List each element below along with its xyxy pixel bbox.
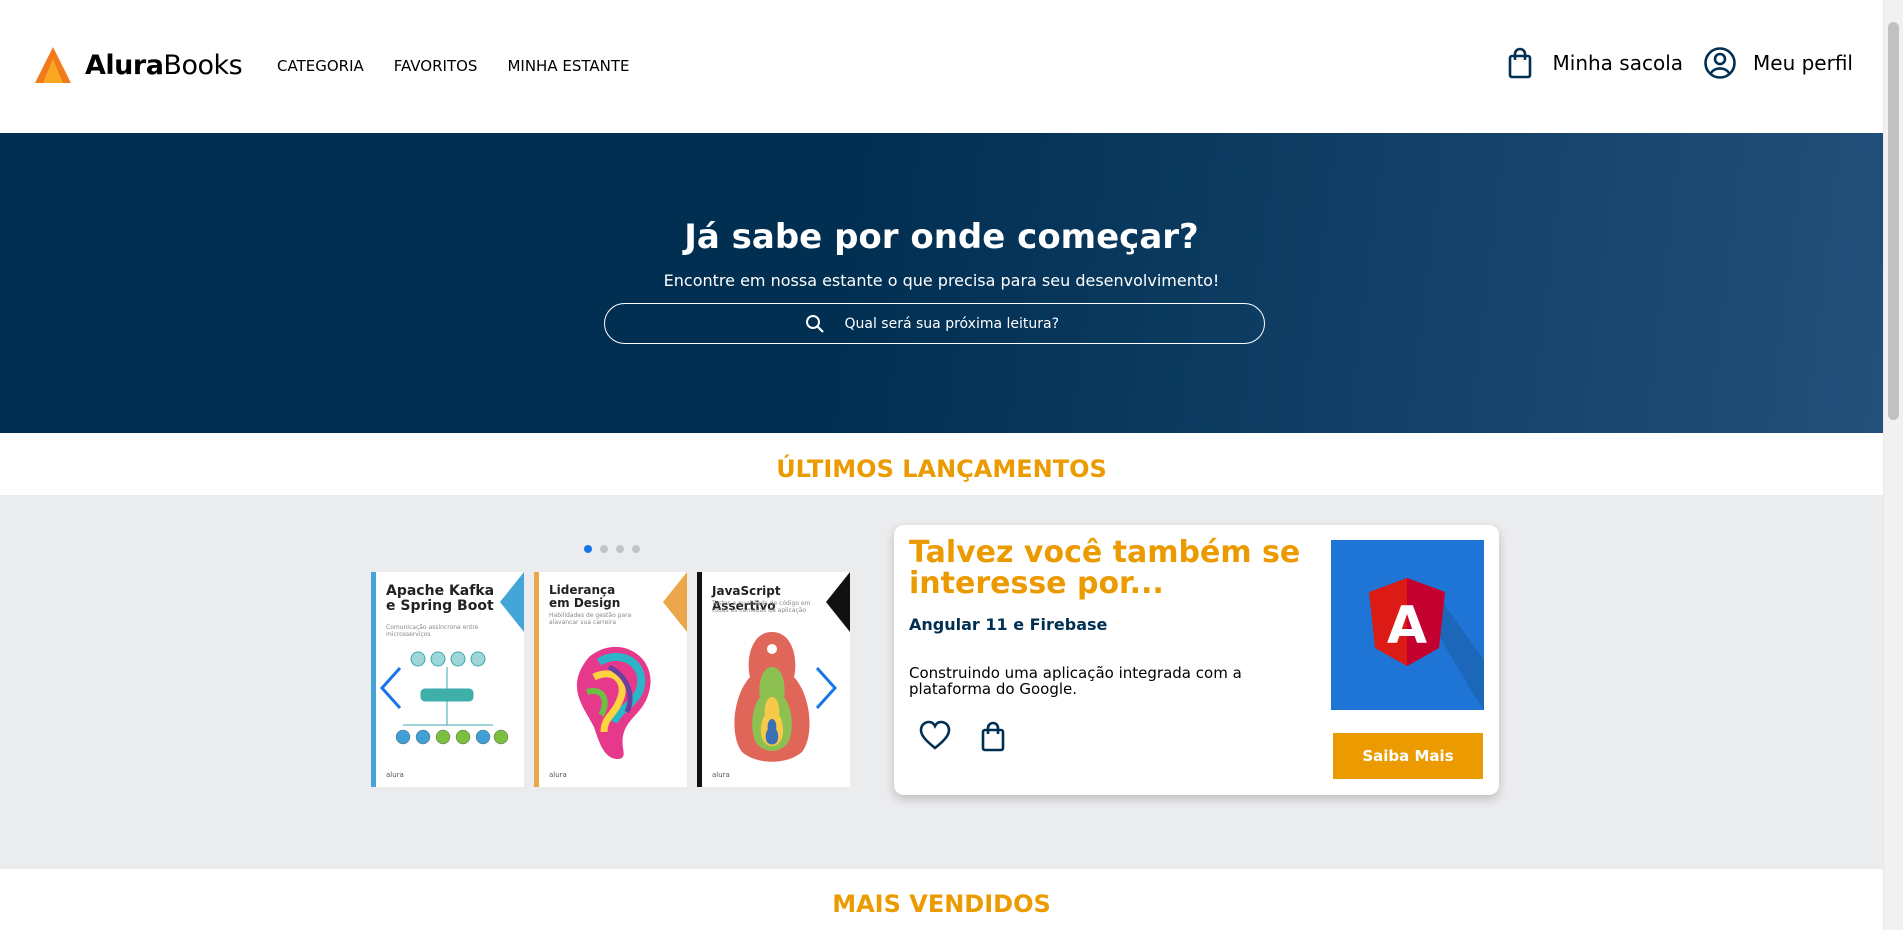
- book-stripe: [697, 572, 702, 787]
- brand-name: AluraBooks: [85, 49, 243, 81]
- book-title: Liderança em Design: [549, 583, 621, 610]
- recommendation-book-cover[interactable]: A: [1331, 540, 1484, 710]
- chevron-right-icon: [815, 666, 838, 710]
- brand-logo[interactable]: AluraBooks: [33, 45, 243, 85]
- book-illustration-icon: [576, 646, 651, 760]
- scrollbar-thumb[interactable]: [1888, 22, 1899, 420]
- nav-categoria[interactable]: CATEGORIA: [277, 57, 364, 75]
- recommendation-heading: Talvez você também se interesse por...: [909, 535, 1301, 601]
- search-box[interactable]: [604, 303, 1265, 344]
- hero-banner: Já sabe por onde começar? Encontre em no…: [0, 133, 1883, 433]
- profile-link[interactable]: Meu perfil: [1703, 46, 1853, 80]
- carousel-prev-button[interactable]: [378, 665, 404, 715]
- book-title: Apache Kafka e Spring Boot: [386, 583, 495, 614]
- bestsellers-title: MAIS VENDIDOS: [832, 890, 1051, 918]
- main-nav: CATEGORIA FAVORITOS MINHA ESTANTE: [277, 57, 629, 75]
- carousel-dots: [584, 545, 640, 553]
- carousel-dot[interactable]: [584, 545, 592, 553]
- angular-logo-icon: A: [1369, 578, 1484, 710]
- page-scrollbar[interactable]: [1883, 0, 1903, 930]
- book-corner-icon: [663, 572, 687, 632]
- book-subtitle: Comunicação assíncrona entre microsservi…: [386, 624, 479, 638]
- alura-logo-icon: [35, 47, 71, 83]
- site-header: AluraBooks CATEGORIA FAVORITOS MINHA EST…: [0, 0, 1883, 133]
- book-subtitle: Habilidades de gestão para alavancar sua…: [549, 612, 632, 626]
- recommendation-card: Talvez você também se interesse por... A…: [894, 525, 1499, 795]
- carousel-next-button[interactable]: [813, 665, 839, 715]
- releases-title: ÚLTIMOS LANÇAMENTOS: [776, 455, 1107, 483]
- nav-minha-estante[interactable]: MINHA ESTANTE: [507, 57, 629, 75]
- learn-more-button[interactable]: Saiba Mais: [1333, 733, 1483, 779]
- recommendation-description: Construindo uma aplicação integrada com …: [909, 664, 1242, 698]
- book-publisher: alura: [386, 771, 404, 779]
- profile-label: Meu perfil: [1753, 51, 1853, 75]
- user-profile-icon: [1704, 47, 1736, 79]
- shopping-bag-icon: [1508, 47, 1531, 79]
- book-subtitle: Testes e qualidade de código em todas as…: [712, 600, 811, 614]
- hero-title: Já sabe por onde começar?: [684, 217, 1199, 257]
- heart-icon[interactable]: [919, 720, 951, 752]
- search-input[interactable]: [844, 315, 1065, 332]
- user-area: Minha sacola Meu perfil: [1483, 46, 1853, 80]
- book-stripe: [371, 572, 376, 787]
- nav-favoritos[interactable]: FAVORITOS: [394, 57, 478, 75]
- carousel-dot[interactable]: [616, 545, 624, 553]
- recommendation-actions: [919, 720, 1009, 752]
- shopping-bag-icon[interactable]: [977, 720, 1009, 752]
- chevron-left-icon: [379, 666, 402, 710]
- book-cover[interactable]: Liderança em Design Habilidades de gestã…: [534, 572, 687, 787]
- hero-subtitle: Encontre em nossa estante o que precisa …: [663, 271, 1220, 290]
- book-publisher: alura: [549, 771, 567, 779]
- book-corner-icon: [826, 572, 850, 632]
- recommendation-book-title: Angular 11 e Firebase: [909, 615, 1108, 634]
- svg-text:A: A: [1387, 596, 1427, 656]
- carousel-dot[interactable]: [600, 545, 608, 553]
- book-publisher: alura: [712, 771, 730, 779]
- book-stripe: [534, 572, 539, 787]
- bag-label: Minha sacola: [1552, 51, 1684, 75]
- bag-link[interactable]: Minha sacola: [1503, 46, 1684, 80]
- carousel-dot[interactable]: [632, 545, 640, 553]
- book-corner-icon: [500, 572, 524, 632]
- book-illustration-icon: [734, 632, 810, 762]
- search-icon: [805, 314, 824, 333]
